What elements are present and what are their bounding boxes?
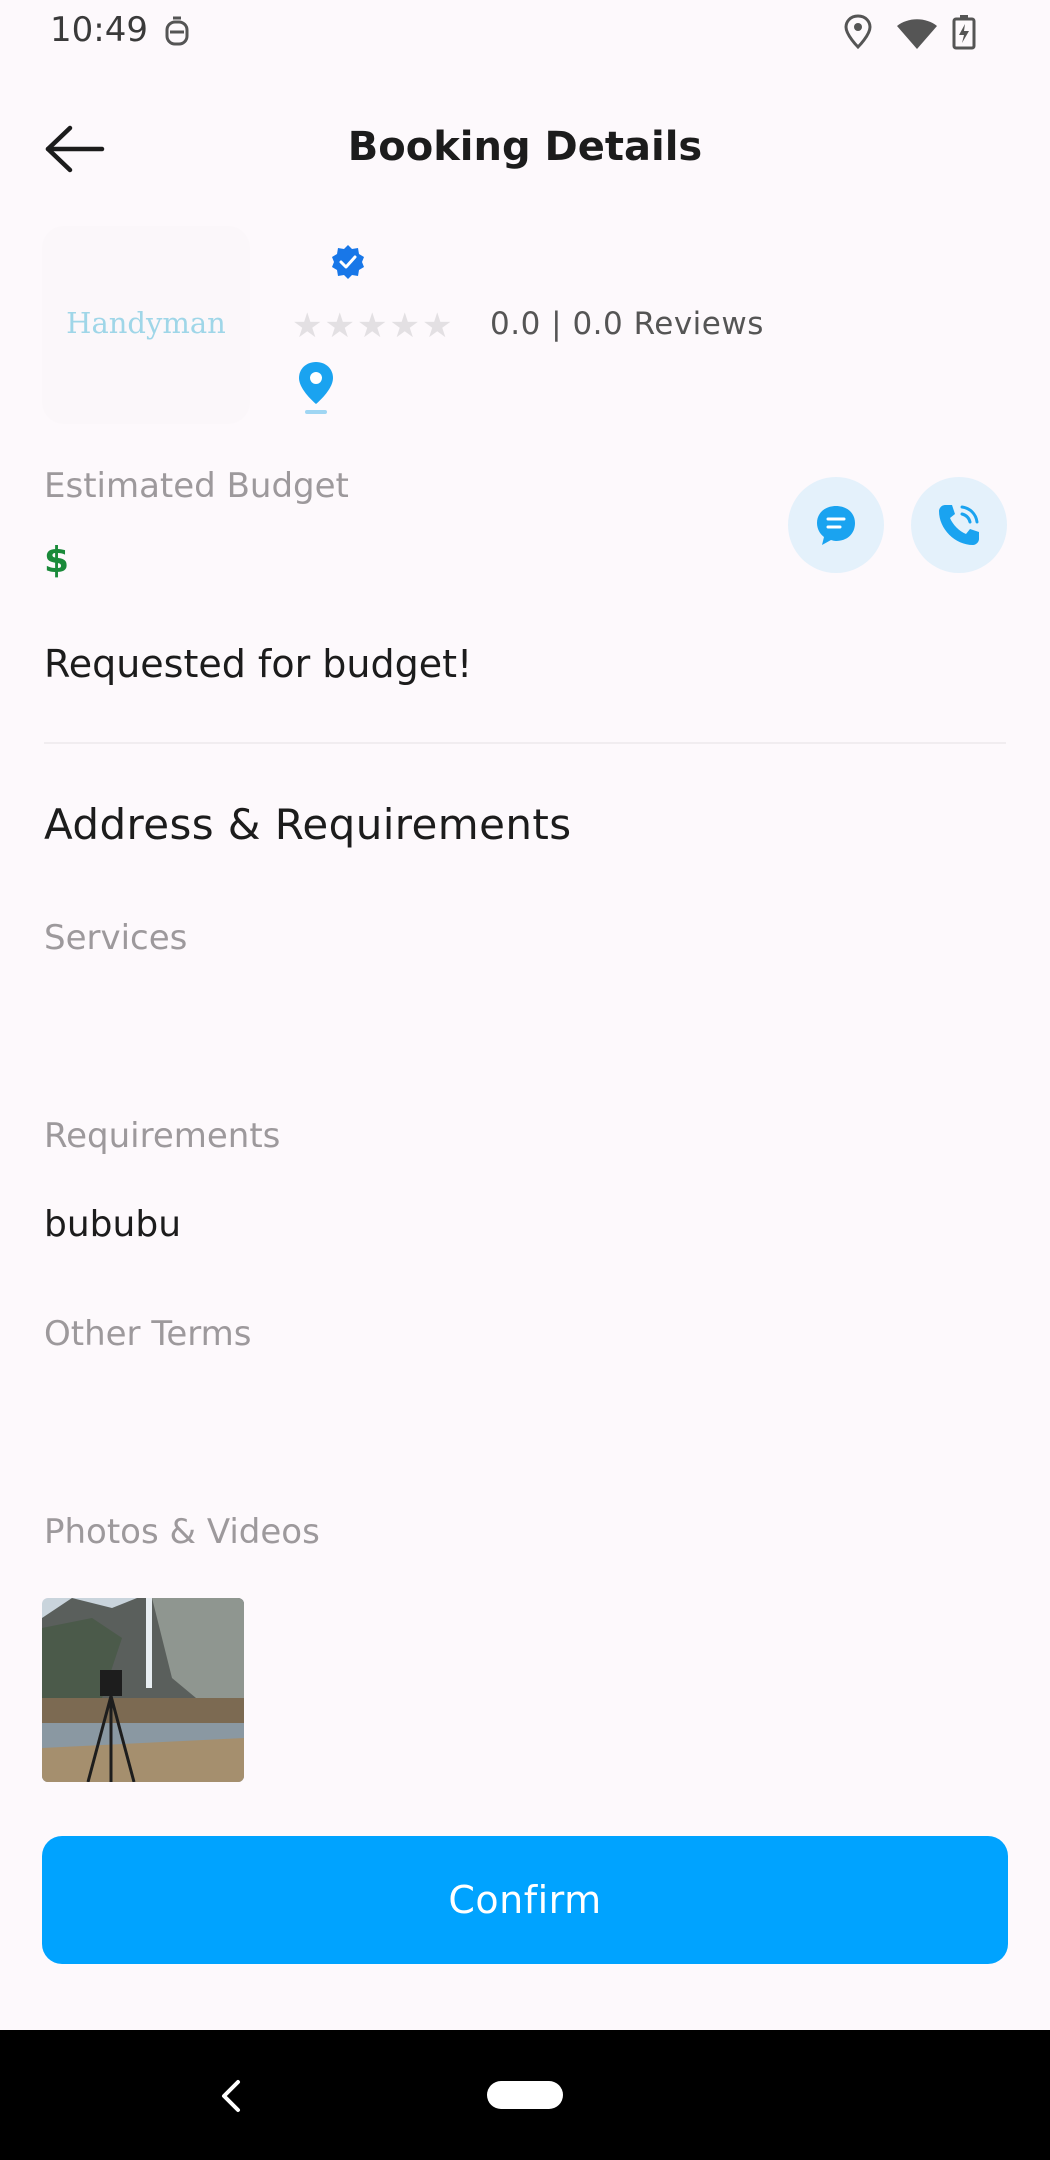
nav-back-icon[interactable]: [216, 2076, 246, 2116]
notification-icon: [165, 16, 189, 46]
photo-image: [42, 1598, 244, 1782]
verified-badge-icon: [332, 245, 364, 279]
other-terms-label: Other Terms: [44, 1314, 252, 1354]
budget-amount: $: [44, 540, 70, 581]
rating-text: 0.0 | 0.0 Reviews: [490, 306, 764, 342]
chat-icon: [817, 506, 855, 545]
star-icon: ★: [389, 306, 420, 346]
star-icon: ★: [421, 306, 453, 346]
photo-thumbnail[interactable]: [42, 1598, 244, 1782]
rating-stars: ★★★★★: [292, 306, 454, 346]
star-icon: ★: [292, 306, 323, 346]
requirements-label: Requirements: [44, 1116, 281, 1156]
section-title: Address & Requirements: [44, 800, 572, 849]
budget-status-text: Requested for budget!: [44, 642, 473, 686]
services-label: Services: [44, 918, 188, 958]
page-title: Booking Details: [347, 124, 703, 170]
battery-charging-icon: [952, 15, 976, 50]
phone-icon: [939, 505, 979, 545]
call-button[interactable]: [911, 477, 1007, 573]
location-status-icon: [844, 14, 872, 50]
confirm-button[interactable]: Confirm: [42, 1836, 1008, 1964]
requirements-value: bububu: [44, 1204, 182, 1245]
status-bar: 10:49: [0, 0, 1050, 66]
star-icon: ★: [356, 306, 388, 346]
chat-button[interactable]: [788, 477, 884, 573]
divider: [44, 742, 1006, 744]
location-pin-icon[interactable]: [296, 360, 336, 416]
star-icon: ★: [324, 306, 355, 346]
status-time: 10:49: [50, 10, 148, 50]
provider-logo: Handyman: [42, 226, 250, 424]
wifi-icon: [897, 19, 937, 49]
system-nav-bar: [0, 2030, 1050, 2160]
estimated-budget-label: Estimated Budget: [44, 466, 349, 506]
nav-home-icon[interactable]: [487, 2081, 563, 2109]
photos-videos-label: Photos & Videos: [44, 1512, 320, 1552]
provider-logo-text: Handyman: [66, 306, 226, 340]
